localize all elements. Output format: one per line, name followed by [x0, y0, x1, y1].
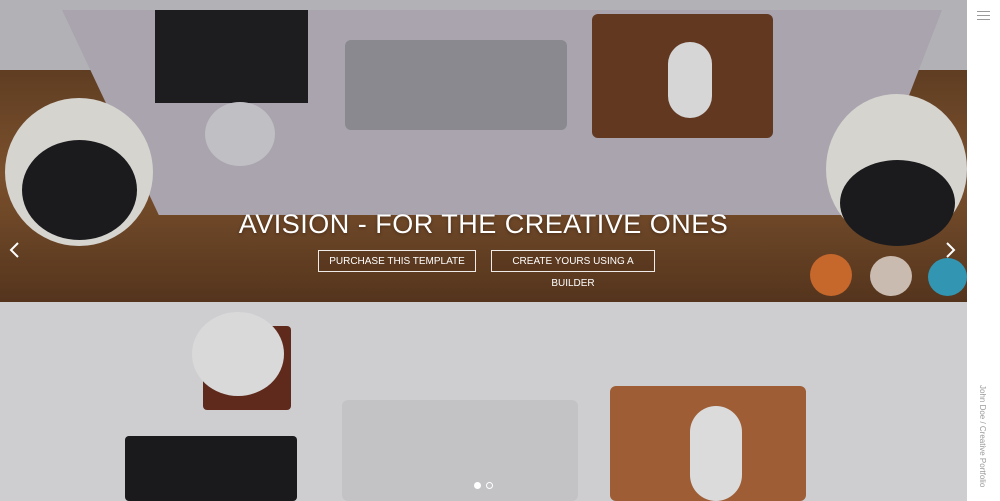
- next-slide-arrow-icon[interactable]: [940, 238, 960, 262]
- right-sidebar: John Doe / Creative Portfolio: [967, 0, 1000, 501]
- slide-dot-2[interactable]: [486, 482, 493, 489]
- slide-dot-1[interactable]: [474, 482, 481, 489]
- hero-slider: AVISION - FOR THE CREATIVE ONES PURCHASE…: [0, 0, 967, 501]
- create-with-builder-button[interactable]: CREATE YOURS USING A BUILDER: [491, 250, 655, 289]
- purchase-template-button[interactable]: PURCHASE THIS TEMPLATE: [318, 250, 476, 272]
- previous-slide-arrow-icon[interactable]: [5, 238, 25, 262]
- hamburger-menu-icon[interactable]: [977, 10, 990, 21]
- sidebar-vertical-caption: John Doe / Creative Portfolio: [974, 385, 992, 490]
- hero-overlay: [0, 0, 967, 501]
- hero-title: AVISION - FOR THE CREATIVE ONES: [238, 209, 729, 239]
- sidebar-caption-text: John Doe / Creative Portfolio: [978, 385, 987, 488]
